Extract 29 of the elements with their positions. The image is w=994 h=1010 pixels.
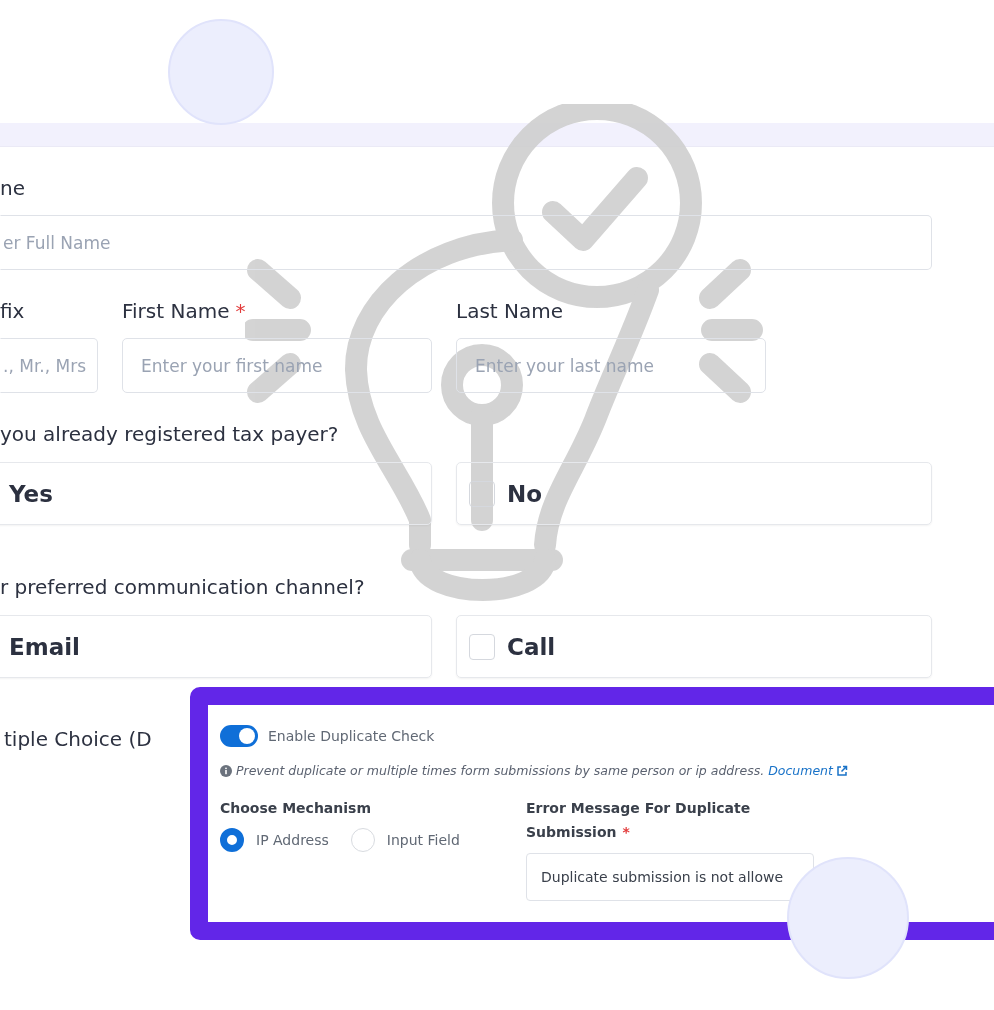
field-label: ne: [0, 175, 26, 202]
checkbox[interactable]: [469, 480, 495, 507]
section-label: Choose Mechanism: [220, 799, 372, 818]
name-field[interactable]: Enter your first name: [122, 338, 432, 393]
option-card[interactable]: No: [456, 462, 932, 525]
radio-label: IP Address: [256, 832, 329, 848]
field-label: Last Name: [456, 298, 565, 325]
checkbox[interactable]: [469, 633, 495, 660]
external-link-icon: [835, 764, 848, 777]
field-label: First Name *: [122, 298, 247, 325]
name-field[interactable]: ., Mr., Mrs: [0, 338, 98, 393]
question-label: r preferred communication channel?: [0, 574, 366, 601]
toggle-switch[interactable]: [220, 725, 258, 747]
radio-button[interactable]: [220, 828, 244, 852]
toggle-label: Enable Duplicate Check: [268, 728, 435, 744]
question-label: you already registered tax payer?: [0, 421, 340, 448]
section-label: Error Message For Duplicate Submission *: [526, 799, 752, 842]
option-card[interactable]: Email: [0, 615, 432, 678]
help-text: Prevent duplicate or multiple times form submissions by same person or ip address.: [236, 763, 765, 778]
info-icon: [220, 764, 232, 777]
question-label: tiple Choice (D: [3, 726, 152, 753]
option-card[interactable]: Yes: [0, 462, 432, 525]
full-name-field[interactable]: er Full Name: [0, 215, 932, 270]
option-card[interactable]: Call: [456, 615, 932, 678]
field-label: fix: [0, 298, 26, 325]
radio-label: Input Field: [386, 832, 460, 848]
name-field[interactable]: Enter your last name: [456, 338, 766, 393]
error-message-field[interactable]: Duplicate submission is not allowe: [526, 853, 814, 901]
document-link[interactable]: Document: [768, 763, 848, 778]
